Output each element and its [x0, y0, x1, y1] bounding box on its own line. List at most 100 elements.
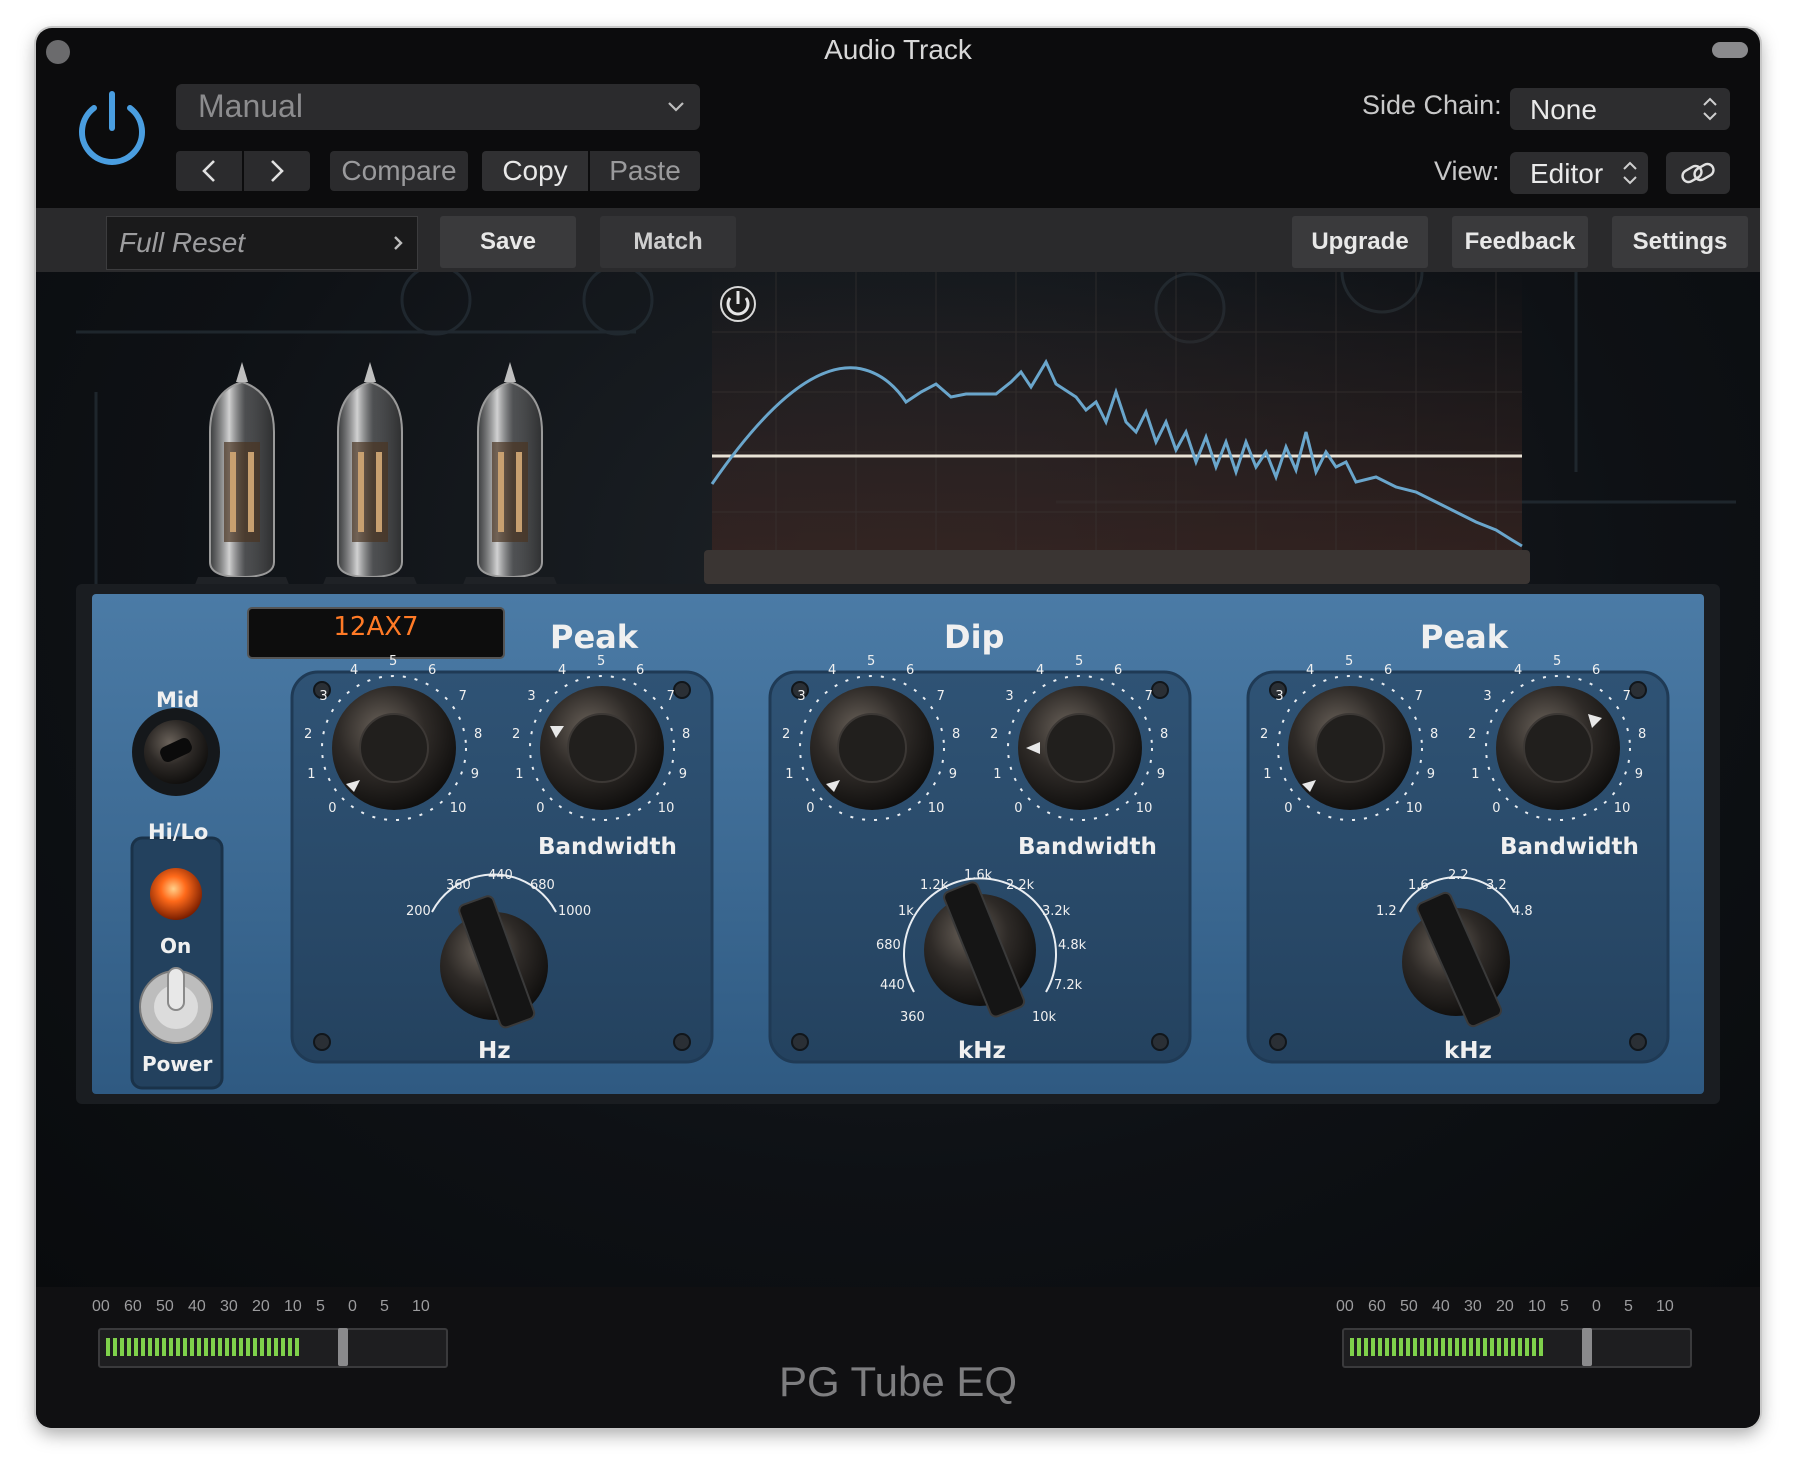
mid-label: Mid [156, 688, 200, 712]
band-1-gain-knob[interactable] [321, 675, 467, 821]
knob-scale-number: 8 [951, 726, 961, 742]
knob-scale-number: 10 [657, 800, 675, 816]
view-value: Editor [1530, 158, 1604, 189]
power-label: Power [142, 1052, 213, 1076]
knob-scale-number: 1 [515, 766, 524, 782]
band-2-freq-label: 440 [880, 978, 905, 993]
knob-scale-number: 1 [307, 766, 316, 782]
knob-scale-number: 2 [1468, 726, 1477, 742]
meter-scale-tick: 50 [156, 1298, 174, 1315]
knob-scale-number: 7 [1144, 689, 1153, 705]
chevron-right-icon [394, 236, 403, 250]
tube-type-label: 12AX7 [333, 612, 419, 642]
band-3-freq-label: 3.2 [1486, 878, 1507, 893]
knob-scale-number: 1 [1471, 766, 1480, 782]
band-2-freq-label: 1.2k [920, 878, 949, 893]
knob-scale-number: 6 [1592, 663, 1601, 679]
preset-dropdown[interactable]: Manual [176, 84, 700, 130]
feedback-button[interactable]: Feedback [1452, 216, 1588, 268]
link-button[interactable] [1666, 152, 1730, 194]
knob-scale-number: 4 [1305, 663, 1315, 679]
window-title: Audio Track [824, 34, 972, 65]
band-2-freq-label: 4.8k [1058, 938, 1087, 953]
settings-button[interactable]: Settings [1612, 216, 1748, 268]
knob-scale-number: 10 [1613, 800, 1631, 816]
meter-scale-tick: 20 [1496, 1298, 1514, 1315]
next-preset-button[interactable] [244, 151, 310, 191]
knob-scale-number: 1 [785, 766, 794, 782]
save-button[interactable]: Save [440, 216, 576, 268]
knob-scale-number: 0 [806, 800, 815, 816]
knob-scale-number: 4 [1035, 663, 1045, 679]
compare-button[interactable]: Compare [330, 151, 468, 191]
knob-scale-number: 2 [782, 726, 791, 742]
plugin-preset-field[interactable]: Full Reset [106, 216, 418, 270]
band-1-freq-label: 1000 [558, 904, 592, 919]
knob-scale-number: 7 [666, 689, 675, 705]
chevron-right-icon [271, 160, 284, 182]
knob-scale-number: 8 [681, 726, 691, 742]
knob-scale-number: 2 [512, 726, 521, 742]
knob-scale-number: 9 [948, 766, 958, 782]
band-2-bandwidth-knob[interactable] [1007, 675, 1153, 821]
input-meter-fill [106, 1338, 301, 1356]
meter-scale-tick: 5 [316, 1298, 325, 1315]
band-1-bandwidth-label: Bandwidth [538, 834, 677, 860]
knob-scale-number: 8 [1429, 726, 1439, 742]
side-chain-select[interactable]: None [1510, 88, 1730, 130]
meter-scale-tick: 20 [252, 1298, 270, 1315]
band-2-title: Dip [944, 618, 1005, 656]
band-3-freq-label: 1.2 [1376, 904, 1397, 919]
knob-scale-number: 0 [1284, 800, 1293, 816]
side-chain-label: Side Chain: [1362, 90, 1502, 120]
band-1-bandwidth-knob[interactable] [529, 675, 675, 821]
band-2-freq-label: 680 [876, 938, 901, 953]
knob-scale-number: 3 [319, 689, 328, 705]
band-1-frequency-knob[interactable] [431, 873, 557, 1029]
band-2-frequency-knob[interactable] [903, 877, 1057, 1018]
knob-scale-number: 9 [1634, 766, 1644, 782]
knob-scale-number: 7 [1622, 689, 1631, 705]
meter-scale-tick: 50 [1400, 1298, 1418, 1315]
knob-scale-number: 8 [1159, 726, 1169, 742]
band-1-unit-label: Hz [478, 1038, 511, 1064]
knob-scale-number: 10 [1135, 800, 1153, 816]
band-1-freq-label: 360 [446, 878, 471, 893]
meter-scale-tick: 60 [124, 1298, 142, 1315]
collapse-window-button[interactable] [1712, 42, 1748, 58]
meter-scale-tick: 10 [1656, 1298, 1674, 1315]
meter-scale-tick: 40 [188, 1298, 206, 1315]
band-3-bandwidth-knob[interactable] [1485, 675, 1631, 821]
knob-scale-number: 9 [470, 766, 480, 782]
band-2-freq-label: 1k [898, 904, 914, 919]
band-3-title: Peak [1420, 618, 1509, 656]
band-2-freq-label: 2.2k [1006, 878, 1035, 893]
band-3-frequency-knob[interactable] [1399, 876, 1515, 1028]
band-3-freq-label: 4.8 [1512, 904, 1533, 919]
band-3-gain-knob[interactable] [1277, 675, 1423, 821]
knob-scale-number: 4 [1513, 663, 1523, 679]
band-2-unit-label: kHz [958, 1038, 1006, 1064]
up-down-arrows-icon [1703, 97, 1717, 121]
copy-button[interactable]: Copy [482, 151, 588, 191]
upgrade-button[interactable]: Upgrade [1292, 216, 1428, 268]
knob-scale-number: 2 [1260, 726, 1269, 742]
match-button[interactable]: Match [600, 216, 736, 268]
band-1-freq-label: 680 [530, 878, 555, 893]
meter-scale-tick: 30 [220, 1298, 238, 1315]
band-1-freq-label: 200 [406, 904, 431, 919]
band-2-gain-knob[interactable] [799, 675, 945, 821]
view-select[interactable]: Editor [1510, 152, 1648, 194]
plugin-power-icon[interactable] [70, 88, 154, 172]
meter-scale-tick: 00 [92, 1298, 110, 1315]
knob-scale-number: 5 [1553, 654, 1562, 669]
hilo-label: Hi/Lo [148, 820, 209, 844]
plugin-name: PG Tube EQ [778, 1358, 1018, 1405]
knob-scale-number: 2 [990, 726, 999, 742]
meter-scale-tick: 5 [380, 1298, 389, 1315]
paste-button[interactable]: Paste [590, 151, 700, 191]
knob-scale-number: 7 [458, 689, 467, 705]
chevron-down-icon [668, 102, 684, 112]
previous-preset-button[interactable] [176, 151, 242, 191]
meter-scale-tick: 10 [412, 1298, 430, 1315]
